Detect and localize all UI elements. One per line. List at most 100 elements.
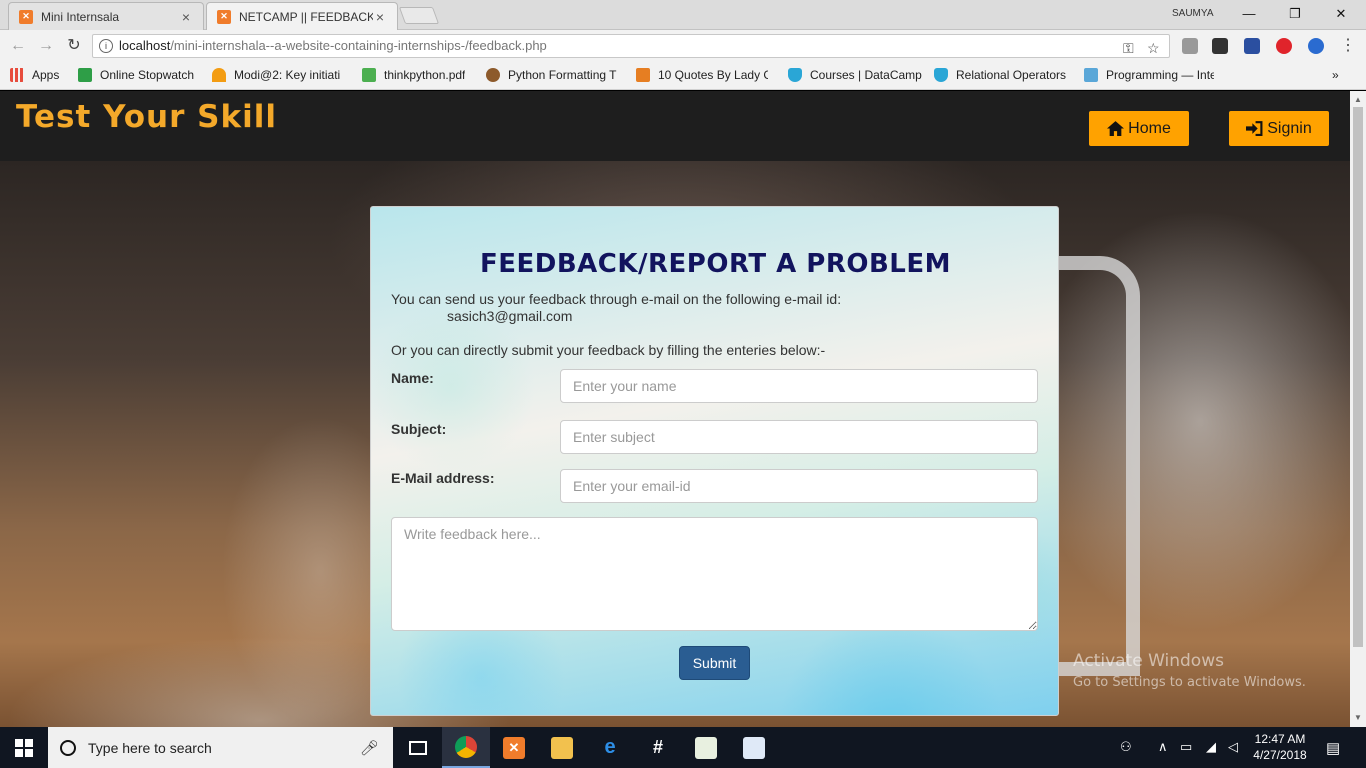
site-icon	[212, 68, 226, 82]
bookmark-item[interactable]: thinkpython.pdf	[362, 68, 465, 82]
xampp-favicon-icon: ✕	[19, 9, 33, 24]
menu-icon[interactable]: ⋮	[1338, 36, 1358, 56]
battery-icon[interactable]: ▭	[1180, 739, 1192, 755]
tab-title: Mini Internsala	[41, 9, 120, 24]
bookmark-item[interactable]: Python Formatting T	[486, 68, 620, 82]
people-icon[interactable]: ⚇	[1120, 739, 1132, 755]
restore-icon[interactable]: ❐	[1272, 4, 1318, 24]
page-title: FEEDBACK/REPORT A PROBLEM	[480, 249, 951, 279]
home-label: Home	[1128, 119, 1171, 137]
site-icon	[1084, 68, 1098, 82]
edge-icon: e	[604, 736, 616, 758]
star-icon[interactable]: ☆	[1147, 37, 1160, 59]
extension-icon[interactable]	[1182, 38, 1198, 54]
bookmarks-bar: Apps Online Stopwatch Modi@2: Key initia…	[0, 62, 1366, 90]
system-clock[interactable]: 12:47 AM 4/27/2018	[1240, 731, 1320, 763]
site-icon	[486, 68, 500, 82]
paint-button[interactable]	[730, 727, 778, 768]
reload-icon[interactable]: ↻	[64, 36, 84, 56]
bookmark-item[interactable]: Relational Operators	[934, 68, 1066, 82]
search-placeholder: Type here to search	[88, 739, 212, 756]
info-icon[interactable]: i	[99, 39, 113, 53]
bookmark-extension-icon[interactable]	[1244, 38, 1260, 54]
microphone-icon[interactable]: 🎤︎	[360, 739, 379, 757]
feedback-card: FEEDBACK/REPORT A PROBLEM You can send u…	[370, 206, 1059, 716]
activate-windows-watermark: Activate Windows Go to Settings to activ…	[1073, 651, 1306, 690]
url-path: /mini-internshala--a-website-containing-…	[170, 38, 547, 53]
home-icon	[1107, 121, 1125, 136]
name-input[interactable]	[560, 369, 1038, 403]
bookmark-item[interactable]: Modi@2: Key initiati	[212, 68, 342, 82]
minimize-icon[interactable]: —	[1226, 4, 1272, 24]
start-button[interactable]	[0, 727, 48, 768]
site-brand[interactable]: Test Your Skill	[16, 99, 277, 135]
tab-mini-internsala[interactable]: ✕ Mini Internsala ×	[8, 2, 204, 30]
paint-icon	[743, 736, 765, 759]
close-icon[interactable]: ×	[179, 9, 193, 25]
clock-time: 12:47 AM	[1254, 732, 1306, 746]
wifi-icon[interactable]: ◢	[1206, 739, 1216, 755]
url-host: localhost	[119, 38, 171, 53]
page-scrollbar[interactable]: ▲ ▼	[1350, 91, 1366, 727]
subject-input[interactable]	[560, 420, 1038, 454]
scroll-up-icon[interactable]: ▲	[1354, 95, 1362, 104]
opera-icon[interactable]	[1276, 38, 1292, 54]
tab-netcamp-feedback[interactable]: ✕ NETCAMP || FEEDBACK ×	[206, 2, 398, 30]
name-label: Name:	[391, 370, 434, 386]
stopwatch-icon	[78, 68, 92, 82]
bookmarks-overflow-button[interactable]: »	[1332, 68, 1339, 82]
volume-icon[interactable]: ◁	[1228, 739, 1238, 755]
chrome-icon	[455, 735, 477, 758]
scrollbar-thumb[interactable]	[1353, 107, 1363, 647]
or-text: Or you can directly submit your feedback…	[391, 342, 826, 358]
signin-button[interactable]: Signin	[1229, 111, 1329, 146]
address-bar[interactable]: i localhost/mini-internshala--a-website-…	[92, 34, 1170, 58]
xampp-taskbar-button[interactable]: ✕	[490, 727, 538, 768]
new-tab-button[interactable]	[398, 7, 440, 24]
chevron-up-icon[interactable]: ∧	[1158, 739, 1168, 755]
web-page: Test Your Skill Home Signin FEEDBACK/REP…	[0, 91, 1350, 727]
sign-in-icon	[1246, 121, 1263, 136]
subject-label: Subject:	[391, 421, 447, 437]
profile-name[interactable]: SAUMYA	[1172, 8, 1214, 19]
editor-button[interactable]	[682, 727, 730, 768]
slack-button[interactable]: #	[634, 727, 682, 768]
home-button[interactable]: Home	[1089, 111, 1189, 146]
extension-icon[interactable]	[1308, 38, 1324, 54]
folder-icon	[551, 736, 573, 759]
scroll-down-icon[interactable]: ▼	[1354, 713, 1362, 722]
windows-taskbar: Type here to search 🎤︎ ✕ e # ⚇ ∧ ▭ ◢ ◁ 1…	[0, 727, 1366, 768]
submit-button[interactable]: Submit	[679, 646, 750, 680]
extension-icon[interactable]	[1212, 38, 1228, 54]
bookmark-apps[interactable]: Apps	[10, 68, 59, 82]
email-input[interactable]	[560, 469, 1038, 503]
notifications-icon[interactable]: ▤	[1326, 739, 1340, 757]
tab-title: NETCAMP || FEEDBACK	[239, 9, 373, 24]
pdf-icon	[362, 68, 376, 82]
site-navbar: Test Your Skill Home Signin	[0, 91, 1350, 161]
signin-label: Signin	[1267, 119, 1312, 137]
bookmark-item[interactable]: Courses | DataCamp	[788, 68, 922, 82]
close-window-icon[interactable]: ✕	[1318, 4, 1364, 24]
watermark-title: Activate Windows	[1073, 651, 1224, 671]
key-icon[interactable]: ⚿	[1123, 37, 1134, 59]
slack-icon: #	[652, 737, 663, 757]
site-icon	[636, 68, 650, 82]
bookmark-item[interactable]: 10 Quotes By Lady G	[636, 68, 768, 82]
chrome-taskbar-button[interactable]	[442, 727, 490, 768]
intro-text: You can send us your feedback through e-…	[391, 291, 842, 307]
task-view-button[interactable]	[394, 727, 442, 768]
close-icon[interactable]: ×	[373, 9, 387, 25]
taskbar-search[interactable]: Type here to search 🎤︎	[48, 727, 393, 768]
feedback-textarea[interactable]	[391, 517, 1038, 631]
bookmark-item[interactable]: Online Stopwatch	[78, 68, 194, 82]
forward-icon[interactable]: →	[36, 36, 56, 56]
windows-logo-icon	[15, 738, 33, 757]
xampp-favicon-icon: ✕	[217, 9, 231, 24]
bookmark-item[interactable]: Programming — Inte	[1084, 68, 1214, 82]
notepad-icon	[695, 736, 717, 759]
cortana-icon	[60, 739, 76, 756]
file-explorer-button[interactable]	[538, 727, 586, 768]
edge-button[interactable]: e	[586, 727, 634, 768]
back-icon[interactable]: ←	[8, 36, 28, 56]
